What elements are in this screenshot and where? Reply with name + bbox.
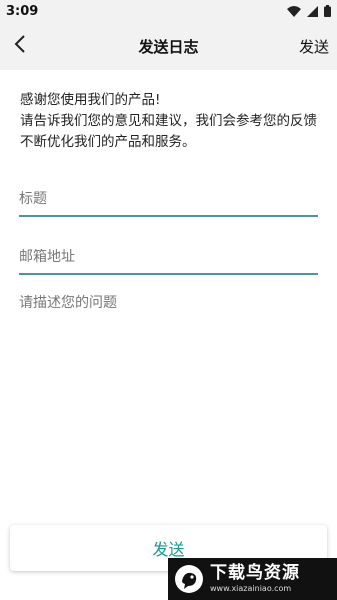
- status-time: 3:09: [6, 3, 39, 19]
- intro-line-2: 请告诉我们您的意见和建议，我们会参考您的反馈不断优化我们的产品和服务。: [20, 113, 317, 150]
- app-bar: 发送日志 发送: [0, 22, 337, 70]
- send-action-button[interactable]: 发送: [291, 36, 337, 57]
- bird-logo-icon: [174, 564, 204, 594]
- page-title: 发送日志: [138, 37, 199, 56]
- watermark-text: 下载鸟资源 www.xiazainiao.com: [210, 565, 300, 593]
- intro-text: 感谢您使用我们的产品! 请告诉我们您的意见和建议，我们会参考您的反馈不断优化我们…: [0, 70, 337, 153]
- battery-icon: [324, 5, 331, 17]
- watermark-url: www.xiazainiao.com: [210, 584, 292, 593]
- intro-line-1: 感谢您使用我们的产品!: [20, 92, 161, 108]
- back-button[interactable]: [0, 22, 40, 70]
- email-field: [19, 233, 318, 275]
- signal-icon: [307, 5, 318, 17]
- chevron-left-icon: [13, 34, 27, 58]
- status-bar: 3:09: [0, 0, 337, 22]
- status-icons: [287, 5, 331, 17]
- description-field: [19, 292, 318, 502]
- description-textarea[interactable]: [19, 292, 318, 502]
- watermark-brand: 下载鸟资源: [210, 563, 300, 583]
- watermark: 下载鸟资源 www.xiazainiao.com: [168, 558, 337, 600]
- title-field: [19, 175, 318, 217]
- feedback-screen: 3:09 发送日志 发送 感谢您使用我们的产品! 请告诉我们您的意见和建议，我们…: [0, 0, 337, 600]
- email-input[interactable]: [19, 249, 318, 265]
- wifi-icon: [287, 5, 301, 17]
- title-input[interactable]: [19, 191, 318, 207]
